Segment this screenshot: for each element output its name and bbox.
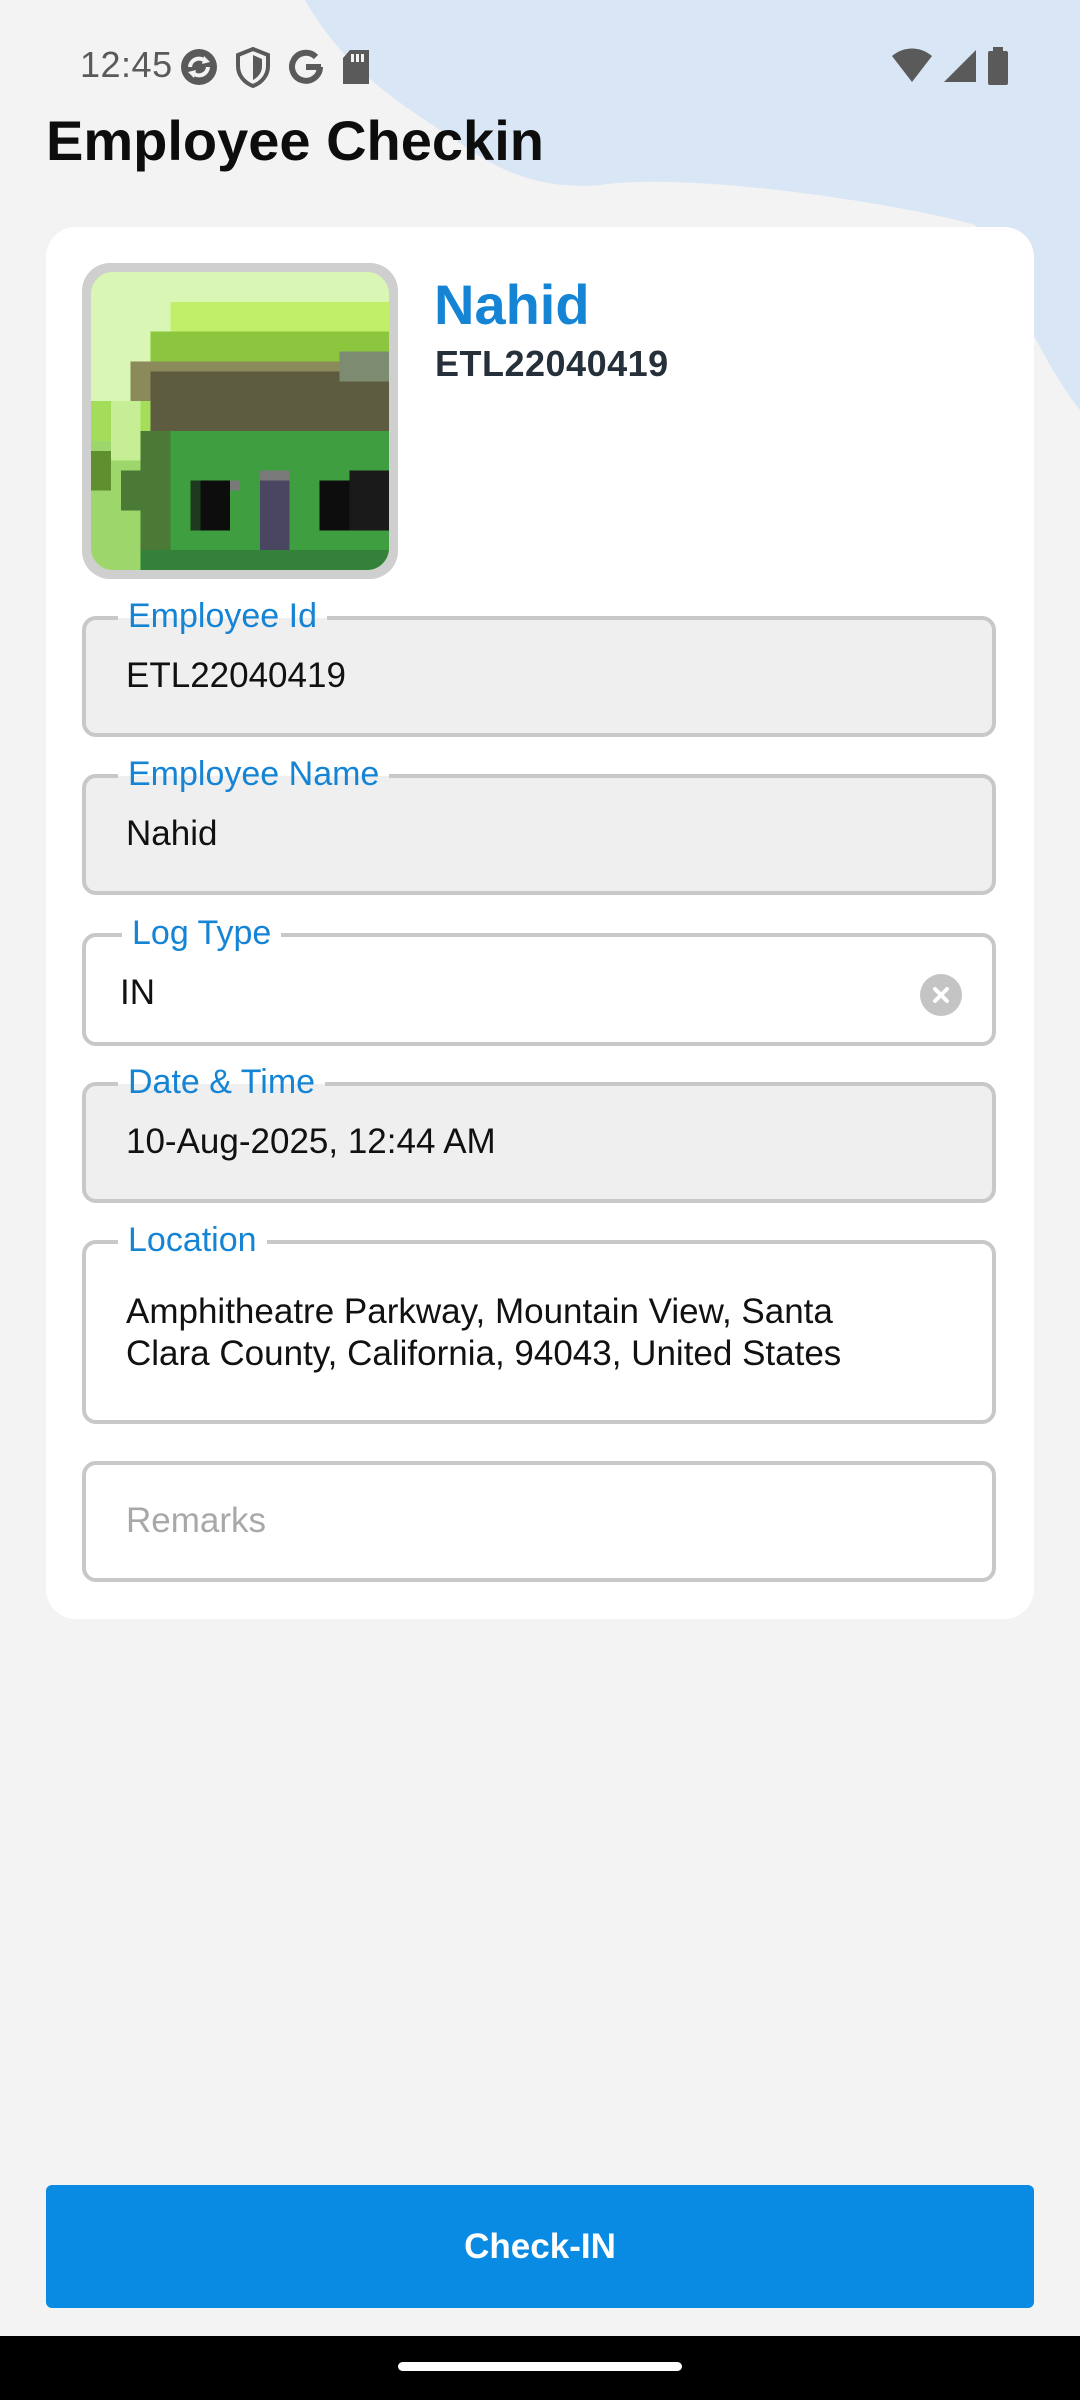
profile-employee-id: ETL22040419 <box>435 343 669 384</box>
battery-icon <box>986 46 1010 91</box>
home-gesture-handle[interactable] <box>398 2362 682 2371</box>
checkin-card: Nahid ETL22040419 Employee Id ETL2204041… <box>46 227 1034 1619</box>
signal-icon <box>942 48 978 89</box>
remarks-placeholder: Remarks <box>126 1501 267 1540</box>
date-time-field[interactable]: Date & Time 10-Aug-2025, 12:44 AM <box>82 1062 996 1203</box>
log-type-value: IN <box>120 973 155 1012</box>
sync-icon <box>178 46 220 93</box>
log-type-label: Log Type <box>122 913 282 953</box>
google-icon <box>286 47 326 92</box>
remarks-input[interactable]: Remarks <box>82 1461 996 1582</box>
status-icons-right <box>890 46 1010 91</box>
location-line-1: Amphitheatre Parkway, Mountain View, San… <box>126 1292 833 1331</box>
log-type-select[interactable]: Log Type IN <box>82 913 996 1046</box>
location-line-2: Clara County, California, 94043, United … <box>126 1334 842 1373</box>
employee-name-value: Nahid <box>126 814 218 853</box>
wifi-icon <box>890 48 934 89</box>
date-time-label: Date & Time <box>118 1062 326 1102</box>
employee-id-label: Employee Id <box>118 596 327 636</box>
navigation-bar <box>0 2336 1080 2400</box>
employee-name-field[interactable]: Employee Name Nahid <box>82 754 996 895</box>
employee-id-value: ETL22040419 <box>126 656 346 695</box>
status-icons-left <box>178 46 372 93</box>
shield-icon <box>234 46 272 93</box>
check-in-button[interactable]: Check-IN <box>46 2185 1034 2308</box>
employee-id-field[interactable]: Employee Id ETL22040419 <box>82 596 996 737</box>
profile-name: Nahid <box>434 273 590 336</box>
close-circle-icon[interactable] <box>920 974 962 1016</box>
location-label: Location <box>118 1220 267 1260</box>
house-pixel-avatar-icon <box>91 272 389 570</box>
date-time-value: 10-Aug-2025, 12:44 AM <box>126 1122 496 1161</box>
page-title: Employee Checkin <box>46 109 544 172</box>
status-time: 12:45 <box>80 44 173 85</box>
location-field[interactable]: Location Amphitheatre Parkway, Mountain … <box>82 1220 996 1424</box>
employee-name-label: Employee Name <box>118 754 390 794</box>
avatar <box>82 263 398 579</box>
sd-card-icon <box>340 47 372 92</box>
